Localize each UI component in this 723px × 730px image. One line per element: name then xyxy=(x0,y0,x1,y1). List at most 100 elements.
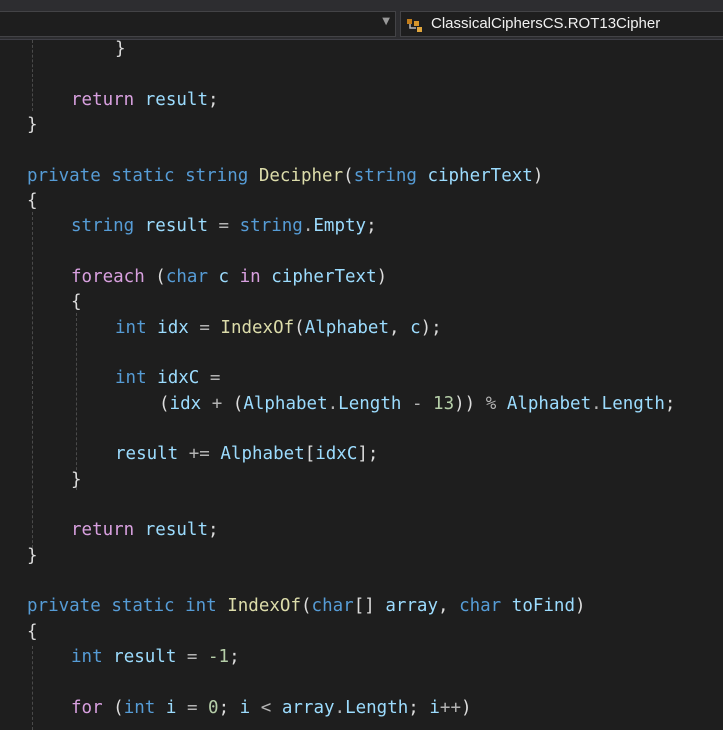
code-line[interactable]: private static int IndexOf(char[] array,… xyxy=(27,594,586,619)
code-token: + xyxy=(211,393,223,414)
code-token: { xyxy=(71,292,82,313)
code-token: [ xyxy=(304,444,316,465)
code-token: int xyxy=(115,368,147,389)
code-token: , xyxy=(438,596,460,617)
code-token: . xyxy=(327,393,339,414)
code-token: ; xyxy=(366,216,377,237)
code-token: Alphabet xyxy=(506,393,592,414)
code-token: . xyxy=(334,697,346,718)
code-line[interactable]: result += Alphabet[idxC]; xyxy=(115,442,378,467)
code-line[interactable]: { xyxy=(27,620,38,645)
code-token: = xyxy=(218,216,230,237)
code-token: . xyxy=(302,216,314,237)
code-token: ) xyxy=(376,266,388,287)
code-line[interactable]: { xyxy=(27,189,38,214)
code-token: ( xyxy=(343,165,354,186)
code-token: char xyxy=(459,596,502,617)
code-token: ; xyxy=(664,393,676,414)
code-line[interactable]: return result; xyxy=(71,518,219,543)
code-token: Length xyxy=(601,393,665,414)
code-token: private xyxy=(27,165,101,186)
code-token: , xyxy=(389,317,411,338)
code-line[interactable]: (idx + (Alphabet.Length - 13)) % Alphabe… xyxy=(159,392,675,417)
code-token: int xyxy=(71,646,103,667)
code-token: char xyxy=(165,266,208,287)
code-token: 0 xyxy=(208,697,219,718)
code-token: { xyxy=(27,190,38,211)
code-token: % xyxy=(485,393,497,414)
code-line[interactable]: return result; xyxy=(71,88,219,113)
code-token: = xyxy=(186,646,198,667)
code-line[interactable]: } xyxy=(27,113,38,138)
code-token: . xyxy=(591,393,602,414)
code-line[interactable]: } xyxy=(115,40,126,62)
type-dropdown[interactable]: ▼ xyxy=(0,11,396,37)
code-editor-window: ▼ ClassicalCiphersCS.ROT13Cipher } return… xyxy=(0,0,723,730)
code-token: { xyxy=(27,621,38,642)
code-token: += xyxy=(188,444,210,465)
code-line[interactable]: for (int i = 0; i < array.Length; i++) xyxy=(71,696,472,721)
code-token: static xyxy=(111,165,175,186)
code-token: Length xyxy=(338,393,402,414)
code-token: ; xyxy=(207,520,219,541)
code-line[interactable]: int idxC = xyxy=(115,366,220,391)
code-token: static xyxy=(111,596,175,617)
code-token: i xyxy=(239,697,251,718)
code-line[interactable]: { xyxy=(71,290,82,315)
code-line[interactable]: int result = -1; xyxy=(71,645,240,670)
code-line[interactable]: } xyxy=(71,468,82,493)
code-line[interactable]: } xyxy=(27,544,38,569)
indent-guide xyxy=(76,313,77,490)
code-token: Alphabet xyxy=(304,317,390,338)
code-token: ( xyxy=(159,393,170,414)
code-token: } xyxy=(71,469,82,490)
code-line[interactable]: int idx = IndexOf(Alphabet, c); xyxy=(115,316,442,341)
code-token: = xyxy=(186,697,198,718)
code-token: Alphabet xyxy=(220,444,305,465)
code-editor[interactable]: } return result;} private static string De… xyxy=(0,40,723,730)
code-token: string xyxy=(71,216,135,237)
code-token: result xyxy=(144,89,208,110)
code-token: ( xyxy=(294,317,305,338)
code-token: for xyxy=(71,697,103,718)
code-token: ) xyxy=(575,596,586,617)
code-token: 13 xyxy=(433,393,455,414)
member-dropdown[interactable]: ClassicalCiphersCS.ROT13Cipher xyxy=(400,11,723,37)
code-token: toFind xyxy=(511,596,575,617)
code-token: array xyxy=(281,697,335,718)
code-token: ( xyxy=(102,697,124,718)
chevron-down-icon[interactable]: ▼ xyxy=(382,16,390,27)
code-token: result xyxy=(144,216,208,237)
code-token: < xyxy=(260,697,272,718)
code-line[interactable]: foreach (char c in cipherText) xyxy=(71,265,387,290)
navigation-bar: ▼ ClassicalCiphersCS.ROT13Cipher xyxy=(0,0,723,40)
code-token: ; xyxy=(408,697,430,718)
code-token: ( xyxy=(301,596,312,617)
code-line[interactable]: string result = string.Empty; xyxy=(71,214,377,239)
code-line[interactable]: private static string Decipher(string ci… xyxy=(27,164,543,189)
code-token: result xyxy=(115,444,179,465)
code-token: Alphabet xyxy=(243,393,328,414)
code-token: return xyxy=(71,89,135,110)
code-token: int xyxy=(115,317,147,338)
code-token: private xyxy=(27,596,101,617)
code-token: ) xyxy=(532,165,544,186)
code-token: ]; xyxy=(357,444,379,465)
code-token: char xyxy=(311,596,354,617)
